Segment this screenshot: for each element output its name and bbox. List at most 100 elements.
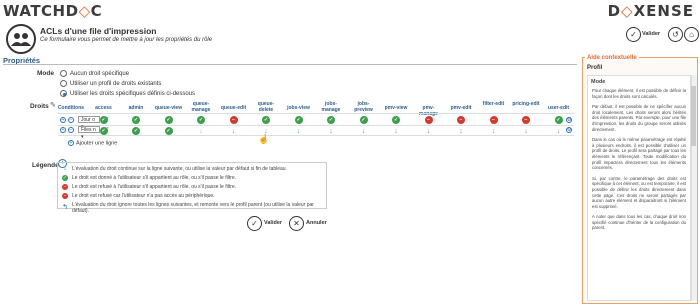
validate-top-button[interactable]: ✓ — [626, 27, 641, 42]
help-section-title: Profil — [587, 65, 603, 71]
legend-label: Légende — [32, 162, 59, 169]
condition-select[interactable]: Jour o ▾ — [78, 116, 100, 130]
deny-stop-icon[interactable]: − — [489, 116, 498, 124]
down-arrow-icon: ↓ — [63, 165, 67, 172]
legend-item: ✓ Le droit est donné à l'utilisateur s'il… — [62, 175, 237, 181]
deny-stop-icon[interactable]: − — [522, 116, 530, 124]
mode-option-none[interactable]: Aucun droit spécifique — [60, 70, 129, 77]
help-paragraph: Pour chaque élément, il est possible de … — [592, 88, 686, 99]
column-header: queue-delete — [257, 101, 275, 113]
row-divider — [58, 125, 574, 126]
continue-arrow-icon[interactable]: ↓ — [555, 127, 563, 135]
continue-arrow-icon[interactable]: ↓ — [360, 127, 368, 135]
deny-stop-icon[interactable]: − — [424, 116, 433, 124]
row-down-icon[interactable]: − — [68, 117, 74, 123]
continue-arrow-icon[interactable]: ↓ — [425, 127, 433, 135]
column-header: pmv-edit — [450, 105, 472, 111]
close-icon: ✕ — [293, 219, 300, 228]
continue-arrow-icon[interactable]: ↓ — [295, 127, 303, 135]
continue-arrow-icon[interactable]: ↓ — [392, 127, 400, 135]
help-content: Mode Pour chaque élément, il est possibl… — [587, 75, 691, 301]
radio-icon[interactable] — [60, 70, 67, 77]
column-header: filter-edit — [482, 101, 505, 107]
green-check-icon: ✓ — [62, 175, 68, 181]
legend-item: − Le droit est refusé car l'utilisateur n… — [62, 193, 215, 199]
deny-stop-icon[interactable]: − — [457, 116, 465, 124]
continue-arrow-icon[interactable]: ↓ — [327, 127, 335, 135]
radio-selected-icon[interactable] — [60, 90, 67, 97]
column-header: jobs-preview — [354, 101, 373, 113]
cancel-button-label[interactable]: Annuler — [306, 220, 327, 226]
droits-label: Droits — [30, 103, 49, 110]
condition-select[interactable]: Files n ▾ — [78, 126, 100, 140]
continue-arrow-icon[interactable]: ↓ — [230, 127, 238, 135]
page-title: ACLs d'une file d'impression — [40, 26, 157, 36]
allow-check-icon[interactable]: ✓ — [294, 116, 303, 124]
row-up-icon[interactable]: + — [60, 117, 66, 123]
continue-arrow-icon[interactable]: ↓ — [490, 127, 498, 135]
doxense-logo: D◇XENSE — [607, 2, 694, 20]
help-paragraph: A noter que dans tous les cas, chaque dr… — [592, 214, 686, 231]
section-divider — [3, 64, 577, 65]
allow-check-icon[interactable]: ✓ — [164, 127, 173, 135]
edit-pencil-icon[interactable]: ✎ — [50, 101, 56, 109]
watchdoc-logo: WATCHD◇C — [3, 2, 103, 20]
users-group-icon — [6, 24, 36, 54]
allow-check-icon[interactable]: ✓ — [392, 116, 400, 124]
deny-stop-icon[interactable]: − — [229, 116, 238, 124]
mode-option-profile[interactable]: Utiliser un profil de droits existants — [60, 80, 161, 87]
home-button[interactable]: ⌂ — [684, 27, 699, 42]
legend-item: ↰ L'évaluation du droit ignore toutes les… — [62, 202, 314, 214]
allow-check-icon[interactable]: ✓ — [132, 127, 140, 135]
column-header: user-edit — [547, 105, 570, 111]
help-paragraph: Dans le cas où le même paramétrage est r… — [592, 137, 686, 171]
row-down-icon[interactable]: − — [68, 127, 74, 133]
column-header: jobs-view — [287, 105, 310, 111]
add-line-button[interactable]: + Ajouter une ligne — [68, 140, 117, 146]
row-settings-icon[interactable]: ⚙ — [566, 127, 572, 133]
help-heading: Mode — [591, 79, 606, 85]
allow-check-icon[interactable]: ✓ — [327, 116, 335, 124]
column-header: admin — [128, 105, 144, 111]
row-settings-icon[interactable]: ⚙ — [566, 117, 572, 123]
legend-item: − Le droit est refusé à l'utilisateur s'i… — [62, 184, 237, 190]
continue-arrow-icon[interactable]: ↓ — [522, 127, 530, 135]
row-up-icon[interactable]: + — [60, 127, 66, 133]
help-panel-title: Aide contextuelle — [585, 55, 639, 61]
page-subtitle: Ce formulaire vous permet de mettre à jo… — [40, 37, 213, 43]
condition-arrow-icon: → — [103, 114, 110, 121]
allow-check-icon[interactable]: ✓ — [262, 116, 270, 124]
mode-option-specific[interactable]: Utiliser les droits spécifiques définis … — [60, 90, 195, 97]
allow-check-icon[interactable]: ✓ — [359, 116, 368, 124]
continue-arrow-icon[interactable]: ↓ — [197, 127, 205, 135]
validate-button-label[interactable]: Valider — [264, 220, 282, 226]
red-stop-alt-icon: − — [62, 193, 68, 199]
column-header: Conditions — [57, 105, 85, 111]
column-header: queue-manage — [191, 101, 211, 113]
help-paragraph: Si, par contre, le paramétrage des droit… — [592, 175, 686, 209]
allow-check-icon[interactable]: ✓ — [554, 116, 563, 124]
red-stop-icon: − — [62, 184, 68, 190]
validate-button[interactable]: ✓ — [247, 216, 262, 231]
radio-icon[interactable] — [60, 80, 67, 87]
legend-box: ↓ L'évaluation du droit continue sur la l… — [57, 162, 327, 214]
hand-cursor-icon: ☝ — [258, 134, 270, 144]
allow-check-icon[interactable]: ✓ — [197, 116, 205, 124]
back-button[interactable]: ↺ — [668, 27, 683, 42]
help-paragraph: Par défaut, il est possible de ne spécif… — [592, 104, 686, 132]
allow-check-icon[interactable]: ✓ — [164, 116, 173, 124]
header-divider — [58, 113, 574, 114]
home-icon: ⌂ — [689, 30, 694, 39]
column-header: access — [95, 105, 112, 111]
continue-arrow-icon[interactable]: ↓ — [457, 127, 465, 135]
check-icon: ✓ — [630, 30, 637, 39]
mode-label: Mode — [37, 70, 54, 77]
plus-icon: + — [68, 140, 74, 146]
column-header: queue-edit — [220, 105, 247, 111]
condition-arrow-icon: → — [103, 124, 110, 131]
help-scrollbar-thumb[interactable] — [691, 86, 696, 146]
return-arrow-icon: ↰ — [62, 204, 68, 211]
column-header: queue-view — [154, 105, 183, 111]
cancel-button[interactable]: ✕ — [289, 216, 304, 231]
allow-check-icon[interactable]: ✓ — [132, 116, 140, 124]
